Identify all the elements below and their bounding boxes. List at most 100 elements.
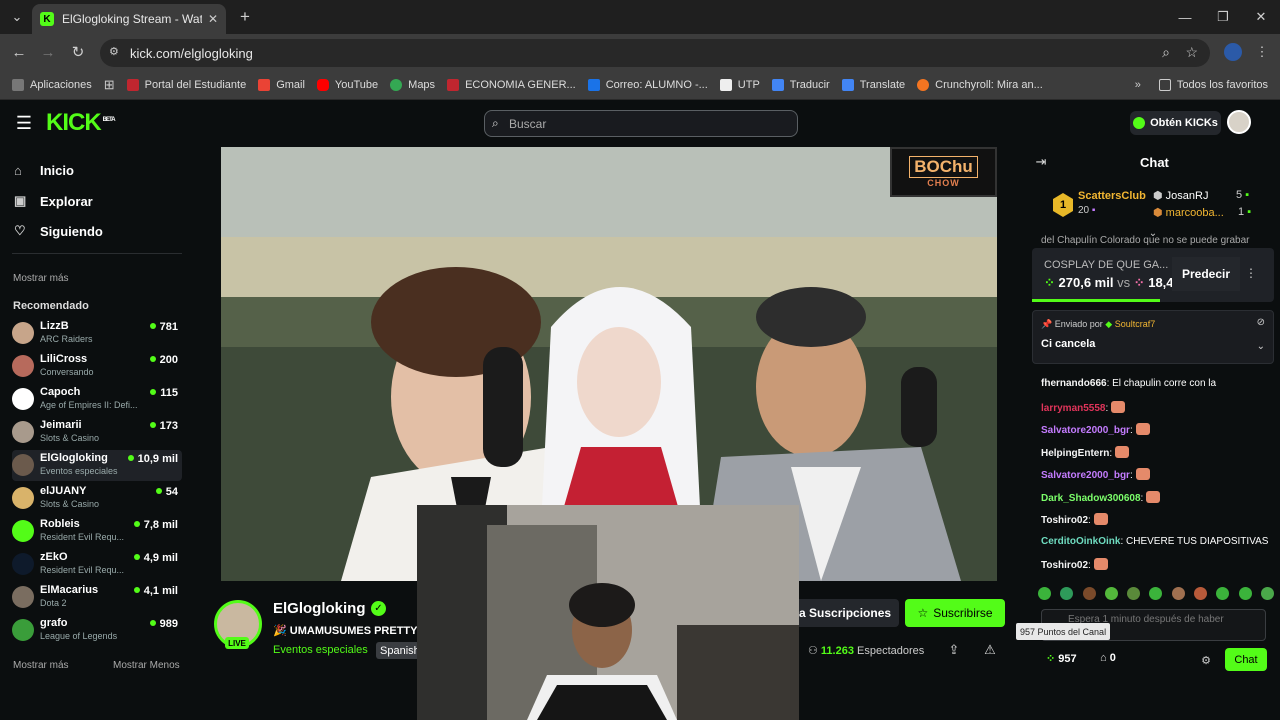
bookmark-traducir[interactable]: Traducir bbox=[771, 78, 830, 91]
close-window-icon[interactable]: ✕ bbox=[1252, 8, 1270, 26]
chat-message[interactable]: Toshiro02: bbox=[1041, 513, 1108, 526]
emote-icon[interactable] bbox=[1216, 587, 1230, 600]
new-tab-icon[interactable]: + bbox=[236, 7, 254, 26]
prediction-more-icon[interactable]: ⋮ bbox=[1245, 266, 1257, 280]
zoom-icon[interactable]: ⌕ bbox=[1162, 44, 1170, 61]
tickets-count[interactable]: ⌂ 0 bbox=[1100, 652, 1116, 664]
show-less-button[interactable]: Mostrar Menos bbox=[113, 660, 180, 671]
emote-icon[interactable] bbox=[1171, 587, 1185, 600]
chat-message[interactable]: Toshiro02: bbox=[1041, 558, 1108, 571]
prediction-card[interactable]: COSPLAY DE QUE GA... ⁘ 270,6 mil vs ⁘ 18… bbox=[1032, 248, 1274, 302]
chat-message[interactable]: HelpingEntern: bbox=[1041, 445, 1129, 459]
chat-username[interactable]: HelpingEntern bbox=[1041, 448, 1109, 459]
chat-settings-gear-icon[interactable]: ⚙ bbox=[1200, 654, 1212, 667]
bookmark-economia[interactable]: ECONOMIA GENER... bbox=[447, 78, 576, 91]
browser-menu-icon[interactable]: ⋮ bbox=[1256, 43, 1269, 61]
emote-icon[interactable] bbox=[1038, 587, 1051, 600]
bookmark-apps[interactable]: Aplicaciones bbox=[12, 78, 92, 91]
bookmark-youtube[interactable]: YouTube bbox=[316, 78, 378, 91]
chat-username[interactable]: Salvatore2000_bgr bbox=[1041, 470, 1130, 481]
profile-avatar[interactable] bbox=[1224, 43, 1242, 61]
chat-username[interactable]: Dark_Shadow300608 bbox=[1041, 493, 1141, 504]
chat-username[interactable]: Toshiro02 bbox=[1041, 560, 1088, 571]
chat-message[interactable]: Salvatore2000_bgr: bbox=[1041, 468, 1150, 481]
nav-explorar[interactable]: ▣ Explorar bbox=[14, 193, 93, 209]
bookmark-correo[interactable]: Correo: ALUMNO -... bbox=[587, 78, 708, 91]
emote-icon[interactable] bbox=[1194, 587, 1208, 600]
all-bookmarks[interactable]: Todos los favoritos bbox=[1158, 78, 1268, 91]
reload-icon[interactable]: ↻ bbox=[69, 43, 87, 61]
close-tab-icon[interactable]: ✕ bbox=[208, 12, 218, 26]
subscriptions-button[interactable]: a Suscripciones bbox=[799, 599, 900, 627]
bookmark-grid-icon[interactable]: ⊞ bbox=[104, 77, 115, 93]
stream-category[interactable]: Eventos especiales bbox=[273, 644, 368, 656]
report-icon[interactable]: ⚠ bbox=[983, 642, 997, 657]
emote-icon[interactable] bbox=[1082, 587, 1096, 600]
channel-name[interactable]: ElGlogloking bbox=[273, 600, 366, 617]
back-icon[interactable]: ← bbox=[10, 43, 28, 61]
emote-icon[interactable] bbox=[1238, 587, 1252, 600]
emote-icon[interactable] bbox=[1060, 587, 1074, 600]
forward-icon[interactable]: → bbox=[39, 43, 57, 61]
recommended-channel[interactable]: LiliCross Conversando 200 bbox=[12, 351, 182, 382]
browser-tab[interactable]: K ElGlogloking Stream - Watch Li... ✕ bbox=[32, 4, 226, 34]
recommended-channel[interactable]: grafo League of Legends 989 bbox=[12, 615, 182, 646]
tab-list-icon[interactable]: ⌄ bbox=[8, 8, 26, 26]
chat-message[interactable]: larryman5558: bbox=[1041, 400, 1126, 414]
emote-icon[interactable] bbox=[1104, 587, 1118, 600]
recommended-channel[interactable]: zEkO Resident Evil Requ... 4,9 mil bbox=[12, 549, 182, 580]
show-more-top[interactable]: Mostrar más bbox=[13, 273, 69, 284]
leader-3-name[interactable]: ⬢ marcooba... bbox=[1153, 206, 1224, 219]
site-info-icon[interactable]: ⚙ bbox=[109, 45, 119, 58]
channel-points[interactable]: ⁘ 957 bbox=[1046, 652, 1077, 665]
chat-username[interactable]: fhernando666 bbox=[1041, 378, 1107, 389]
chat-username[interactable]: Salvatore2000_bgr bbox=[1041, 425, 1130, 436]
menu-hamburger-icon[interactable]: ☰ bbox=[14, 113, 34, 133]
nav-inicio[interactable]: ⌂ Inicio bbox=[14, 163, 74, 178]
collapse-chat-icon[interactable]: ⇥ bbox=[1034, 154, 1048, 169]
nav-siguiendo[interactable]: ♡ Siguiendo bbox=[14, 223, 103, 239]
subscribe-button[interactable]: ☆ Suscribirse bbox=[905, 599, 1005, 627]
recommended-channel[interactable]: Robleis Resident Evil Requ... 7,8 mil bbox=[12, 516, 182, 547]
leader-2-name[interactable]: ⬢ JosanRJ bbox=[1153, 189, 1208, 202]
chat-message[interactable]: CerditoOinkOink: CHEVERE TUS DIAPOSITIVA… bbox=[1041, 536, 1268, 547]
recommended-channel[interactable]: ElMacarius Dota 2 4,1 mil bbox=[12, 582, 182, 613]
recommended-channel[interactable]: elJUANY Slots & Casino 54 bbox=[12, 483, 182, 514]
recommended-channel[interactable]: Jeimarii Slots & Casino 173 bbox=[12, 417, 182, 448]
recommended-channel[interactable]: LizzB ARC Raiders 781 bbox=[12, 318, 182, 349]
bookmark-star-icon[interactable]: ☆ bbox=[1185, 44, 1198, 61]
share-icon[interactable]: ⇪ bbox=[947, 642, 961, 657]
emote-icon[interactable] bbox=[1260, 587, 1274, 600]
hide-pin-icon[interactable]: ⊘ bbox=[1257, 317, 1265, 328]
get-kicks-button[interactable]: Obtén KICKs bbox=[1130, 111, 1221, 135]
url-bar[interactable]: ⚙ kick.com/elglogloking ⌕ ☆ bbox=[100, 39, 1210, 67]
expand-pin-icon[interactable]: ⌄ bbox=[1257, 341, 1265, 352]
chat-username[interactable]: larryman5558 bbox=[1041, 403, 1106, 414]
emote-icon[interactable] bbox=[1127, 587, 1141, 600]
search-input[interactable]: ⌕ Buscar bbox=[484, 110, 798, 137]
chat-username[interactable]: Toshiro02 bbox=[1041, 515, 1088, 526]
predict-button[interactable]: Predecir bbox=[1172, 257, 1240, 291]
send-chat-button[interactable]: Chat bbox=[1225, 648, 1267, 671]
more-bookmarks-icon[interactable]: » bbox=[1135, 79, 1141, 91]
pinned-message[interactable]: 📌 Enviado por ◆ Soultcraf7 Ci cancela ⊘ … bbox=[1032, 310, 1274, 364]
emote-icon[interactable] bbox=[1149, 587, 1163, 600]
kick-logo[interactable]: KICK BETA bbox=[46, 109, 116, 137]
chat-message[interactable]: Dark_Shadow300608: bbox=[1041, 490, 1161, 504]
bookmark-portal[interactable]: Portal del Estudiante bbox=[126, 78, 246, 91]
bookmark-utp[interactable]: UTP bbox=[719, 78, 760, 91]
show-more-button[interactable]: Mostrar más bbox=[13, 660, 69, 671]
recommended-channel[interactable]: Capoch Age of Empires II: Defi... 115 bbox=[12, 384, 182, 415]
chat-message[interactable]: fhernando666: El chapulin corre con la bbox=[1041, 378, 1216, 389]
maximize-icon[interactable]: ❐ bbox=[1214, 8, 1232, 26]
chat-message[interactable]: Salvatore2000_bgr: bbox=[1041, 423, 1150, 436]
leader-1-name[interactable]: ScattersClub bbox=[1078, 190, 1146, 202]
user-avatar[interactable] bbox=[1227, 110, 1251, 134]
bookmark-maps[interactable]: Maps bbox=[390, 78, 435, 91]
bookmark-gmail[interactable]: Gmail bbox=[258, 78, 305, 91]
bookmark-crunchyroll[interactable]: Crunchyroll: Mira an... bbox=[917, 78, 1043, 91]
minimize-icon[interactable]: — bbox=[1176, 8, 1194, 26]
recommended-channel[interactable]: ElGlogloking Eventos especiales 10,9 mil bbox=[12, 450, 182, 481]
bookmark-translate[interactable]: Translate bbox=[841, 78, 905, 91]
chat-username[interactable]: CerditoOinkOink bbox=[1041, 536, 1120, 547]
